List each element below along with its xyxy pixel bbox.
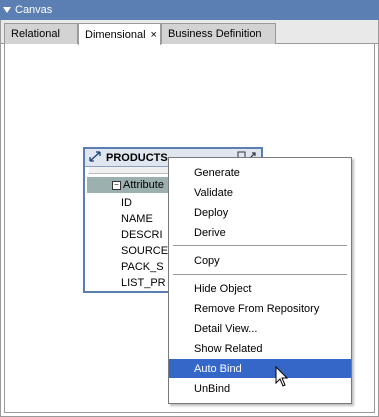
menu-item-hide-object[interactable]: Hide Object	[169, 279, 351, 298]
context-menu: Generate Validate Deploy Derive Copy Hid…	[168, 157, 352, 404]
collapse-toggle-icon[interactable]: −	[112, 180, 121, 190]
tab-label: Business Definition	[168, 28, 262, 40]
tab-relational[interactable]: Relational	[4, 23, 78, 44]
menu-item-remove-from-repository[interactable]: Remove From Repository	[169, 299, 351, 318]
attribute-item[interactable]: SOURCE	[121, 245, 168, 257]
menu-item-show-related[interactable]: Show Related	[169, 339, 351, 358]
window-title: Canvas	[15, 4, 53, 16]
menu-separator	[173, 274, 347, 275]
collapse-arrow-icon[interactable]	[3, 7, 11, 13]
attribute-item[interactable]: LIST_PR	[121, 277, 166, 289]
menu-item-derive[interactable]: Derive	[169, 223, 351, 242]
attribute-group-label: Attribute	[123, 179, 164, 191]
menu-item-auto-bind[interactable]: Auto Bind	[169, 359, 351, 378]
mouse-pointer-icon	[275, 365, 289, 391]
menu-separator	[173, 245, 347, 246]
dimension-icon	[88, 150, 102, 166]
menu-item-unbind[interactable]: UnBind	[169, 379, 351, 398]
tab-label: Relational	[11, 28, 60, 40]
attribute-item[interactable]: PACK_S	[121, 261, 164, 273]
menu-item-generate[interactable]: Generate	[169, 163, 351, 182]
tab-business-definition[interactable]: Business Definition	[161, 23, 276, 44]
attribute-item[interactable]: ID	[121, 197, 132, 209]
tab-dimensional[interactable]: Dimensional ×	[78, 23, 161, 45]
canvas-title-bar[interactable]: Canvas	[0, 0, 379, 20]
tab-label: Dimensional	[85, 28, 146, 41]
menu-item-deploy[interactable]: Deploy	[169, 203, 351, 222]
close-icon[interactable]: ×	[151, 29, 157, 41]
tab-strip: Relational Dimensional × Business Defini…	[0, 20, 379, 45]
attribute-item[interactable]: NAME	[121, 213, 153, 225]
menu-item-copy[interactable]: Copy	[169, 251, 351, 270]
products-title: PRODUCTS	[106, 151, 168, 164]
menu-item-validate[interactable]: Validate	[169, 183, 351, 202]
menu-item-detail-view[interactable]: Detail View...	[169, 319, 351, 338]
attribute-item[interactable]: DESCRI	[121, 229, 163, 241]
